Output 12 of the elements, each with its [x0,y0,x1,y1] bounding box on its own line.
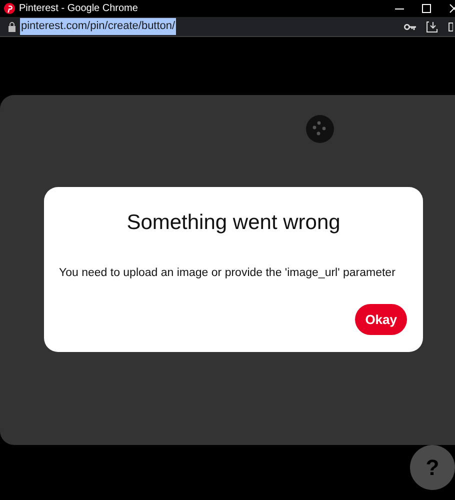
pinterest-logo-icon [4,3,15,14]
loading-spinner-icon [306,115,334,143]
close-icon[interactable] [449,4,455,13]
maximize-icon[interactable] [422,4,431,13]
dialog-message: You need to upload an image or provide the 'image_url' parameter [59,266,396,280]
window-title: Pinterest - Google Chrome [19,2,138,16]
download-icon[interactable] [426,20,438,32]
lock-icon[interactable] [8,22,16,32]
url-text[interactable]: pinterest.com/pin/create/button/ [20,18,176,35]
dialog-title: Something went wrong [126,210,342,236]
okay-button[interactable]: Okay [355,304,407,335]
key-icon[interactable] [404,22,416,30]
